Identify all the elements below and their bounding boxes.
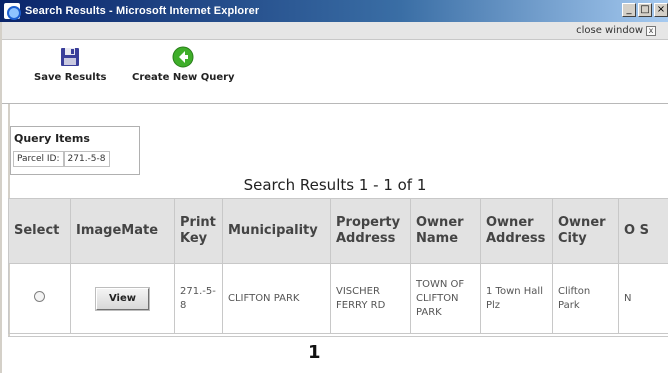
table-row: View 271.-5-8 CLIFTON PARK VISCHER FERRY…: [8, 263, 668, 334]
print-key-cell: 271.-5-8: [174, 263, 223, 334]
create-new-query-button[interactable]: Create New Query: [132, 46, 235, 83]
window-title-bar[interactable]: Search Results - Microsoft Internet Expl…: [0, 0, 668, 22]
column-header-property-address[interactable]: Property Address: [330, 198, 411, 264]
owner-city-cell: Clifton Park: [552, 263, 619, 334]
select-radio[interactable]: [34, 290, 45, 302]
property-address-cell: VISCHER FERRY RD: [330, 263, 411, 334]
window-controls: _ □ ×: [622, 3, 668, 17]
save-results-button[interactable]: Save Results: [34, 46, 106, 83]
close-button[interactable]: ×: [654, 3, 668, 17]
owner-address-cell: 1 Town Hall Plz: [480, 263, 553, 334]
floppy-disk-icon: [61, 48, 80, 66]
close-window-strip: close window x: [2, 22, 668, 40]
parcel-id-label: Parcel ID:: [13, 151, 64, 167]
search-results-heading: Search Results 1 - 1 of 1: [243, 176, 427, 194]
save-results-label: Save Results: [34, 72, 107, 83]
green-arrow-icon: [172, 46, 194, 68]
column-header-owner-city[interactable]: Owner City: [552, 198, 619, 264]
minimize-button[interactable]: _: [622, 3, 636, 17]
municipality-cell: CLIFTON PARK: [222, 263, 331, 334]
create-new-query-label: Create New Query: [132, 72, 235, 83]
page-number[interactable]: 1: [308, 342, 321, 363]
search-results-table: Select ImageMate Print Key Municipality …: [8, 198, 668, 334]
internet-explorer-icon: [4, 3, 21, 20]
owner-state-cell: N: [618, 263, 668, 334]
column-header-select[interactable]: Select: [8, 198, 71, 264]
query-items-box: Query Items Parcel ID: 271.-5-8: [10, 126, 140, 175]
close-window-label: close window: [576, 25, 643, 36]
query-items-row: Parcel ID: 271.-5-8: [13, 151, 139, 167]
table-header-row: Select ImageMate Print Key Municipality …: [8, 198, 668, 264]
query-items-title: Query Items: [14, 132, 90, 145]
maximize-button[interactable]: □: [638, 3, 652, 17]
pager-row: 1: [8, 336, 668, 373]
view-button[interactable]: View: [95, 287, 149, 310]
column-header-owner-name[interactable]: Owner Name: [410, 198, 481, 264]
close-window-icon: x: [646, 25, 656, 36]
column-header-owner-state[interactable]: O S: [618, 198, 668, 264]
column-header-imagemate[interactable]: ImageMate: [70, 198, 175, 264]
close-window-link[interactable]: close window x: [576, 25, 656, 36]
select-cell: [8, 263, 71, 334]
column-header-owner-address[interactable]: Owner Address: [480, 198, 553, 264]
parcel-id-value: 271.-5-8: [63, 151, 110, 167]
toolbar: Save Results Create New Query: [2, 40, 668, 104]
column-header-municipality[interactable]: Municipality: [222, 198, 331, 264]
imagemate-cell: View: [70, 263, 175, 334]
column-header-print-key[interactable]: Print Key: [174, 198, 223, 264]
window-title: Search Results - Microsoft Internet Expl…: [25, 5, 260, 17]
owner-name-cell: TOWN OF CLIFTON PARK: [410, 263, 481, 334]
